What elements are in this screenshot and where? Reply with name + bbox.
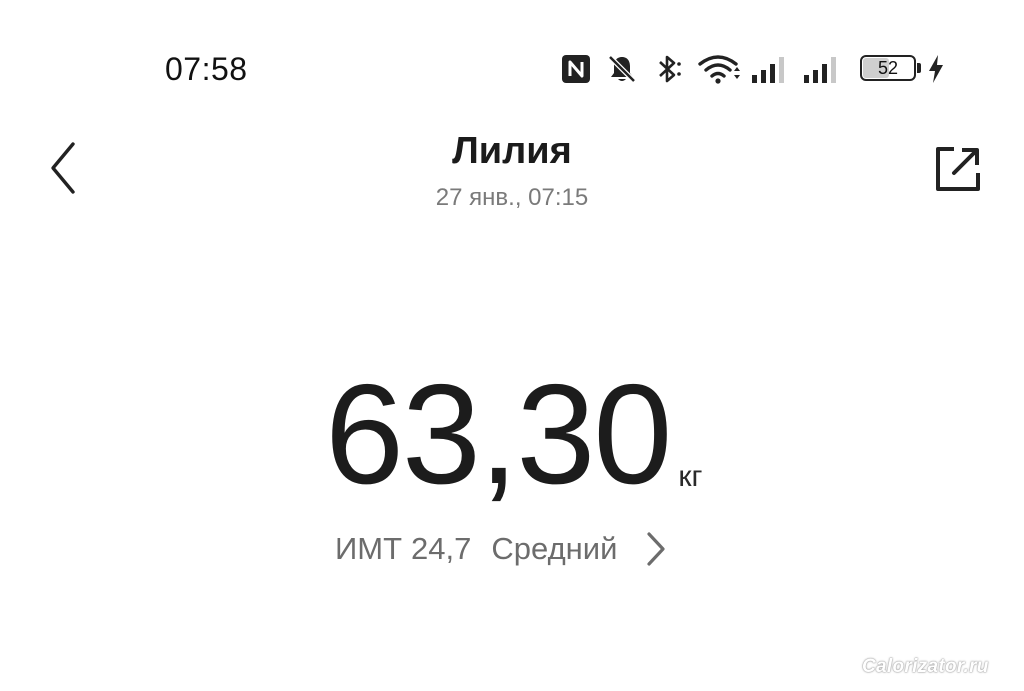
share-icon [936, 147, 980, 191]
page-title: Лилия [452, 130, 572, 172]
nfc-icon [562, 55, 590, 83]
bmi-row[interactable]: ИМТ 24,7 Средний [335, 527, 667, 571]
signal-icon [804, 57, 836, 83]
back-button[interactable] [38, 138, 88, 198]
battery-level: 52 [877, 58, 899, 78]
signal-icon [752, 57, 784, 83]
weight-block: 63,30 кг [0, 360, 1024, 530]
share-button[interactable] [928, 140, 988, 198]
wifi-icon [698, 55, 740, 84]
status-icons: 52 [560, 48, 946, 90]
watermark: Calorizator.ru [862, 656, 989, 677]
battery-cap [917, 63, 921, 73]
charging-icon [929, 55, 943, 83]
chevron-left-icon [51, 142, 75, 194]
bmi-status: Средний [491, 531, 618, 566]
weight-unit: кг [678, 460, 703, 493]
title-block: Лилия 27 янв., 07:15 [262, 128, 762, 212]
header: Лилия 27 янв., 07:15 [0, 120, 1024, 230]
bmi-label: ИМТ [335, 531, 403, 566]
weight-row: 63,30 кг [325, 360, 702, 510]
bluetooth-icon [659, 55, 681, 83]
battery-icon: 52 [860, 55, 922, 83]
status-bar: 07:58 52 [0, 0, 1024, 120]
weight-value: 63,30 [325, 355, 672, 514]
mute-bell-icon [608, 55, 636, 83]
bmi-value: 24,7 [411, 531, 472, 566]
page-subtitle: 27 янв., 07:15 [435, 184, 589, 211]
chevron-right-icon [647, 532, 666, 566]
status-time: 07:58 [165, 51, 248, 87]
